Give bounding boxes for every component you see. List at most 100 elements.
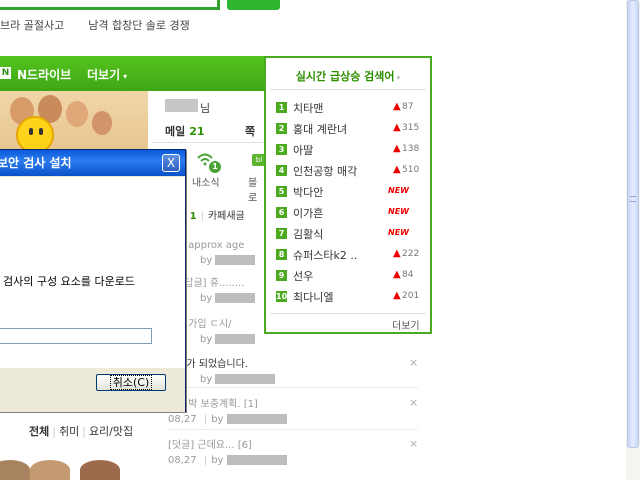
tab-cooking[interactable]: 요리/맛집: [89, 425, 133, 438]
author-redacted: [215, 293, 256, 303]
up-arrow-icon: ▲: [393, 101, 401, 112]
trending-item[interactable]: 2 홍대 계란녀 ▲ 315: [276, 120, 422, 141]
trending-keyword[interactable]: 박다안: [293, 184, 323, 200]
ndrive-link[interactable]: N드라이브: [17, 66, 71, 83]
separator: |: [203, 414, 208, 425]
feed-date: 08,27: [168, 414, 197, 425]
search-input[interactable]: [0, 0, 220, 10]
mail-label: 메일: [165, 125, 186, 138]
rank-change: 138: [402, 144, 420, 154]
feed-meta: 08,27 | by: [168, 414, 418, 425]
dialog-title-bar[interactable]: 보안 검사 설치: [0, 150, 185, 176]
close-icon[interactable]: ×: [409, 437, 418, 450]
tab-hobby[interactable]: 취미: [59, 425, 79, 438]
separator: |: [200, 211, 204, 222]
more-menu[interactable]: 더보기 ▾: [87, 66, 127, 83]
dialog-title: 보안 검사 설치: [0, 156, 72, 170]
author-redacted: [226, 455, 287, 465]
rank-change: 222: [402, 249, 420, 259]
thumbnail-image[interactable]: [0, 460, 30, 480]
trending-item[interactable]: 6 이가흔 NEW: [276, 204, 422, 225]
up-arrow-icon: ▲: [393, 164, 401, 175]
divider: [270, 313, 426, 314]
author-redacted: [215, 255, 256, 265]
top-news-row: 브라 골절사고 남격 합창단 솔로 경쟁: [0, 17, 190, 33]
rank-badge: 10: [276, 291, 288, 302]
feed-item[interactable]: [덧글] 근데요... [6] 08,27 | by: [168, 436, 418, 466]
close-icon[interactable]: X: [162, 154, 180, 172]
trending-item[interactable]: 9 선우 ▲ 84: [276, 267, 422, 288]
category-tabs: 전체 | 취미 | 요리/맛집: [0, 423, 148, 439]
separator: |: [82, 425, 86, 438]
caret-down-icon: ▾: [123, 72, 128, 81]
rank-badge: 8: [276, 249, 287, 260]
realtime-trending-panel: 실시간 급상승 검색어 › 1 치타맨 ▲ 87 2 홍대 계란녀 ▲ 315 3 아딸 ▲ 138 4 인…: [264, 56, 432, 334]
feed-by: by: [200, 374, 213, 385]
thumbnail-strip: [0, 460, 148, 480]
author-redacted: [215, 374, 276, 384]
rank-change: 315: [402, 123, 420, 133]
trending-keyword[interactable]: 최다니엘: [293, 289, 333, 305]
thumbnail-image[interactable]: [30, 460, 70, 480]
new-badge: NEW: [388, 186, 409, 195]
trending-title-link[interactable]: 실시간 급상승 검색어 ›: [266, 68, 430, 84]
trending-keyword[interactable]: 김활식: [293, 226, 323, 242]
feed-by: by: [211, 414, 224, 425]
trending-item[interactable]: 3 아딸 ▲ 138: [276, 141, 422, 162]
close-icon[interactable]: ×: [409, 356, 418, 369]
news-badge: 1: [209, 161, 221, 173]
feed-title[interactable]: [덧글] 근데요... [6]: [168, 436, 418, 451]
news-link[interactable]: 브라 골절사고: [0, 17, 64, 33]
tab-news-count: 1: [189, 211, 197, 222]
my-news-link[interactable]: 내소식: [192, 174, 220, 189]
search-button[interactable]: [227, 0, 280, 10]
close-icon[interactable]: ×: [409, 396, 418, 409]
trending-item[interactable]: 5 박다안 NEW: [276, 183, 422, 204]
more-link[interactable]: 더보기: [392, 317, 420, 332]
promo-photo[interactable]: [0, 91, 148, 151]
trending-keyword[interactable]: 선우: [293, 268, 313, 284]
download-progress-field: [0, 328, 152, 344]
new-badge: NEW: [388, 228, 409, 237]
user-honorific: 님: [200, 102, 211, 115]
trending-keyword[interactable]: 슈퍼스타k2 ..: [293, 247, 357, 263]
note-link[interactable]: 쪽: [245, 123, 255, 139]
tab-cafe[interactable]: 카페새글: [208, 211, 245, 222]
separator: |: [52, 425, 56, 438]
divider: [152, 142, 266, 143]
feed-by: by: [200, 293, 213, 304]
cancel-button-label: 취소(C): [109, 375, 153, 390]
rank-badge: 7: [276, 228, 287, 239]
trending-item[interactable]: 8 슈퍼스타k2 .. ▲ 222: [276, 246, 422, 267]
feed-by: by: [200, 334, 213, 345]
feed-title[interactable]: [글] 박 보충계획. [1]: [168, 395, 418, 410]
trending-keyword[interactable]: 이가흔: [293, 205, 323, 221]
feed-meta: by: [168, 374, 418, 385]
trending-keyword[interactable]: 홍대 계란녀: [293, 121, 347, 137]
trending-item[interactable]: 1 치타맨 ▲ 87: [276, 99, 422, 120]
chevron-right-icon: ›: [396, 73, 401, 83]
trending-keyword[interactable]: 인천공항 매각: [293, 163, 357, 179]
tab-all[interactable]: 전체: [29, 425, 49, 438]
up-arrow-icon: ▲: [393, 122, 401, 133]
rank-badge: 9: [276, 270, 287, 281]
feed-by: by: [200, 255, 213, 266]
trending-keyword[interactable]: 치타맨: [293, 100, 323, 116]
feed-title[interactable]: 멤버가 되었습니다.: [168, 355, 418, 370]
trending-item[interactable]: 10 최다니엘 ▲ 201: [276, 288, 422, 309]
feed-item[interactable]: 멤버가 되었습니다. by: [168, 355, 418, 385]
trending-keyword[interactable]: 아딸: [293, 142, 313, 158]
trending-item[interactable]: 4 인천공항 매각 ▲ 510: [276, 162, 422, 183]
feed-meta: by: [168, 334, 418, 345]
feed-item[interactable]: [글] 박 보충계획. [1] 08,27 | by: [168, 395, 418, 425]
cancel-button[interactable]: 취소(C): [96, 374, 166, 391]
trending-item[interactable]: 7 김활식 NEW: [276, 225, 422, 246]
mail-link[interactable]: 메일 21: [165, 123, 205, 139]
feed-date: 08,27: [168, 455, 197, 466]
thumbnail-image[interactable]: [80, 460, 120, 480]
scrollbar-thumb[interactable]: [627, 0, 639, 448]
author-redacted: [215, 334, 256, 344]
rank-badge: 1: [276, 102, 287, 113]
news-link[interactable]: 남격 합창단 솔로 경쟁: [88, 17, 190, 33]
divider: [168, 429, 418, 430]
